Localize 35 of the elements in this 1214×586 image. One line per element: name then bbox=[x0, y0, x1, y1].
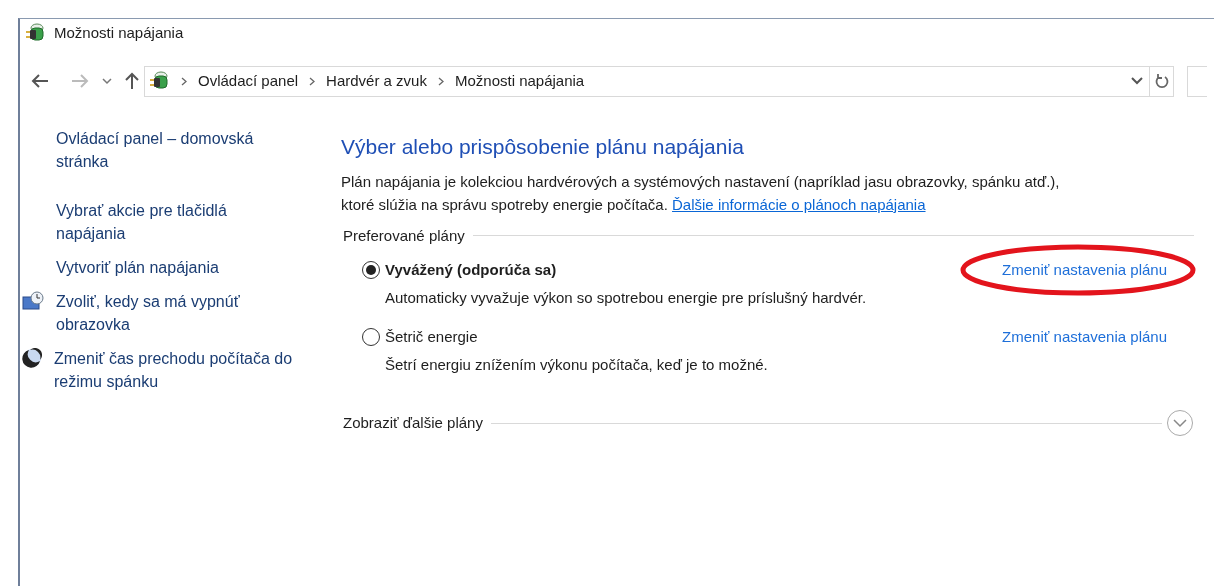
sidebar-link[interactable]: Zvoliť, kedy sa má vypnúť obrazovka bbox=[56, 290, 298, 336]
history-caret-icon[interactable] bbox=[1131, 77, 1143, 85]
address-power-icon bbox=[148, 70, 170, 92]
back-icon[interactable] bbox=[30, 73, 50, 89]
sidebar-link[interactable]: Zmeniť čas prechodu počítača do režimu spánku bbox=[54, 347, 296, 393]
address-bar[interactable]: Ovládací panel Hardvér a zvuk Možnosti napájania bbox=[144, 65, 1174, 97]
up-arrow-icon[interactable] bbox=[124, 71, 140, 91]
power-plug-icon bbox=[24, 22, 46, 44]
chevron-icon bbox=[437, 76, 444, 86]
breadcrumb[interactable]: Hardvér a zvuk bbox=[326, 69, 427, 93]
page-heading: Výber alebo prispôsobenie plánu napájania bbox=[341, 134, 745, 160]
refresh-icon[interactable] bbox=[1154, 73, 1169, 89]
monitor-clock-icon bbox=[22, 291, 44, 311]
chevron-icon bbox=[309, 76, 316, 86]
plan-radio[interactable] bbox=[362, 261, 380, 280]
sidebar-link[interactable]: Vybrať akcie pre tlačidlá napájania bbox=[56, 199, 298, 245]
plan-description: Šetrí energiu znížením výkonu počítača, keď je to možné. bbox=[385, 354, 769, 375]
section-label: Preferované plány bbox=[343, 225, 465, 246]
search-field[interactable] bbox=[1187, 65, 1207, 97]
info-link[interactable]: Ďalšie informácie o plánoch napájania bbox=[672, 195, 926, 213]
plan-radio[interactable] bbox=[362, 328, 380, 347]
plan-name[interactable]: Vyvážený (odporúča sa) bbox=[385, 259, 557, 282]
window-title: Možnosti napájania bbox=[54, 22, 184, 43]
plan-description: Automaticky vyvažuje výkon so spotrebou energie pre príslušný hardvér. bbox=[385, 287, 868, 308]
sidebar-link[interactable]: Ovládací panel – domovská stránka bbox=[56, 127, 298, 173]
breadcrumb[interactable]: Možnosti napájania bbox=[454, 69, 585, 93]
moon-icon bbox=[22, 348, 42, 368]
dropdown-caret-icon[interactable] bbox=[102, 77, 112, 85]
change-plan-link[interactable]: Zmeniť nastavenia plánu bbox=[1002, 328, 1167, 345]
chevron-icon bbox=[181, 76, 187, 86]
sidebar-link[interactable]: Vytvoriť plán napájania bbox=[56, 256, 298, 279]
section-label: Zobraziť ďalšie plány bbox=[343, 412, 483, 433]
description-paragraph: Plán napájania je kolekciou hardvérových a systémových nastavení (napríklad jasu obrazovky, spánku atď.), ktoré slúžia na správu spotreby energie počítača. Ďalšie informácie o plánoch napájania bbox=[341, 171, 1061, 215]
plan-name[interactable]: Šetrič energie bbox=[385, 326, 478, 349]
breadcrumb[interactable]: Ovládací panel bbox=[198, 69, 299, 93]
